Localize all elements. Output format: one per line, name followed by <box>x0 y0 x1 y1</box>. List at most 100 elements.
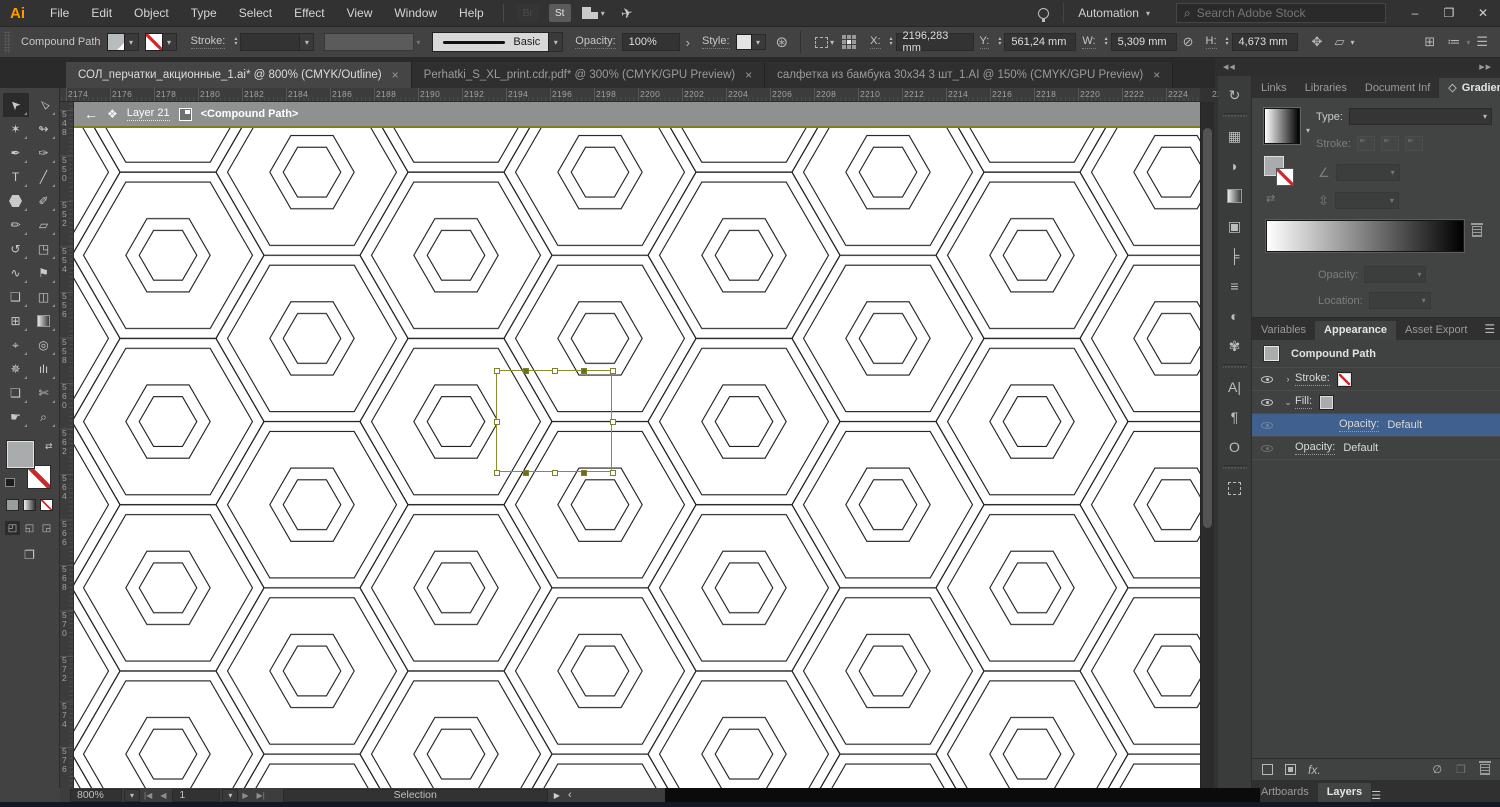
search-input[interactable] <box>1196 6 1357 20</box>
visibility-eye-icon[interactable] <box>1261 398 1273 406</box>
bridge-button[interactable]: Br <box>516 4 539 22</box>
sync-icon[interactable]: ↻ <box>1221 82 1249 108</box>
stroke-weight-field[interactable] <box>240 33 301 51</box>
selection-handle[interactable] <box>493 367 500 374</box>
shaper-tool[interactable]: ✏ <box>3 213 29 237</box>
constrain-proportions-icon[interactable]: ⊘ <box>1183 34 1194 50</box>
direct-selection-tool[interactable]: ▻ <box>31 93 57 117</box>
x-stepper[interactable]: ▴ ▾ <box>890 36 893 47</box>
selection-handle[interactable] <box>609 367 616 374</box>
reference-point-grid[interactable] <box>842 35 857 49</box>
gradient-aspect-dropdown[interactable]: ▾ <box>1334 192 1399 209</box>
w-stepper[interactable]: ▴ ▾ <box>1105 36 1108 47</box>
lightbulb-icon[interactable] <box>1038 7 1050 22</box>
selection-handle[interactable] <box>609 469 616 476</box>
shear-icon[interactable]: ▱ <box>1334 34 1344 50</box>
anchor-point-handle[interactable] <box>580 367 587 374</box>
stock-button[interactable]: St <box>548 4 571 22</box>
zoom-level-field[interactable]: 800% <box>70 788 122 802</box>
rotate-tool[interactable]: ↺ <box>3 237 29 261</box>
paragraph-panel-icon[interactable]: ¶ <box>1221 404 1249 430</box>
selection-handle[interactable] <box>609 418 616 425</box>
appearance-row-fill[interactable]: ⌄ Fill: <box>1252 391 1500 414</box>
add-new-fill-button[interactable] <box>1285 764 1296 775</box>
symbol-sprayer-tool[interactable]: ✵ <box>3 357 29 381</box>
tab-artboards[interactable]: Artboards <box>1252 783 1318 802</box>
anchor-point-handle[interactable] <box>522 367 529 374</box>
artboard-number-field[interactable]: 1 <box>172 788 221 802</box>
anchor-point-handle[interactable] <box>522 469 529 476</box>
expand-panels-icon[interactable]: ▶▶ <box>1479 63 1492 71</box>
menu-type[interactable]: Type <box>180 0 228 27</box>
stop-opacity-dropdown[interactable]: ▾ <box>1364 266 1427 283</box>
attribute-label[interactable]: Opacity: <box>1295 441 1336 455</box>
free-transform-icon[interactable]: ✥ <box>1312 34 1323 50</box>
tab-layers[interactable]: Layers <box>1317 783 1372 802</box>
h-field[interactable]: 4,673 mm <box>1231 33 1298 51</box>
gradient-mode-button[interactable] <box>23 499 36 511</box>
tab-variables[interactable]: Variables <box>1252 321 1315 340</box>
lasso-tool[interactable]: ↬ <box>31 117 57 141</box>
opacity-field[interactable]: 100% <box>621 33 680 51</box>
selection-handle[interactable] <box>551 367 558 374</box>
app-logo[interactable]: Ai <box>0 5 39 22</box>
previous-artboard-button[interactable]: ◀ <box>160 791 166 800</box>
variable-width-profile[interactable] <box>324 33 415 51</box>
align-panel-icon[interactable]: ╞ <box>1221 243 1249 269</box>
chevron-down-icon[interactable]: ▾ <box>130 791 134 800</box>
eyedropper-tool[interactable]: ⌖ <box>3 333 29 357</box>
eraser-tool[interactable]: ▱ <box>31 213 57 237</box>
w-label[interactable]: W: <box>1082 35 1096 49</box>
opacity-label[interactable]: Opacity: <box>575 35 616 49</box>
free-transform-tool[interactable]: ⚑ <box>31 261 57 285</box>
stroke-gradient-along-button[interactable] <box>1380 136 1399 151</box>
attribute-label[interactable]: Opacity: <box>1339 418 1380 432</box>
chevron-down-icon[interactable]: ▾ <box>756 38 760 47</box>
change-screen-mode-button[interactable]: ❐ <box>17 545 43 565</box>
horizontal-scrollbar[interactable] <box>665 788 1260 802</box>
tab-asset-export[interactable]: Asset Export <box>1396 321 1476 340</box>
align-panel-icon[interactable]: ⊞ <box>1424 34 1435 50</box>
status-menu-icon[interactable]: ▶ <box>554 791 560 800</box>
menu-view[interactable]: View <box>336 0 384 27</box>
swap-fill-stroke-icon[interactable]: ⇄ <box>45 441 53 452</box>
fill-color-swatch[interactable] <box>106 33 125 51</box>
close-icon[interactable]: × <box>392 68 399 82</box>
restore-button[interactable]: ❐ <box>1432 2 1466 24</box>
adobe-stock-search[interactable]: ⌕ <box>1176 3 1386 23</box>
gradient-type-dropdown[interactable]: ▾ <box>1348 108 1492 125</box>
h-label[interactable]: H: <box>1205 35 1217 49</box>
stroke-gradient-across-button[interactable] <box>1404 136 1423 151</box>
tab-appearance[interactable]: Appearance <box>1315 321 1397 340</box>
color-mode-button[interactable] <box>6 499 19 511</box>
share-icon[interactable]: ✈ <box>619 3 634 22</box>
stroke-gradient-within-button[interactable] <box>1356 136 1375 151</box>
shape-tool[interactable] <box>3 189 29 213</box>
last-artboard-button[interactable]: ▶| <box>257 791 265 800</box>
add-new-stroke-button[interactable] <box>1262 764 1273 775</box>
chevron-down-icon[interactable]: ▾ <box>305 38 309 47</box>
attribute-label[interactable]: Stroke: <box>1295 372 1330 386</box>
menu-select[interactable]: Select <box>228 0 283 27</box>
shape-builder-tool[interactable]: ❑ <box>3 285 29 309</box>
menu-help[interactable]: Help <box>448 0 495 27</box>
stroke-weight-stepper[interactable]: ▴ ▾ <box>234 36 237 47</box>
stroke-color-swatch[interactable] <box>144 33 163 51</box>
draw-normal-button[interactable]: ◰ <box>5 521 20 535</box>
clear-appearance-button[interactable]: ∅ <box>1433 763 1443 776</box>
breadcrumb-layer[interactable]: Layer 21 <box>126 107 170 121</box>
tab-libraries[interactable]: Libraries <box>1296 79 1356 98</box>
appearance-row-opacity[interactable]: Opacity: Default <box>1252 437 1500 460</box>
x-field[interactable]: 2196,283 mm <box>895 30 974 54</box>
stop-location-dropdown[interactable]: ▾ <box>1368 292 1431 309</box>
hand-tool[interactable]: ☛ <box>3 405 29 429</box>
h-stepper[interactable]: ▴ ▾ <box>1226 36 1229 47</box>
collapse-panels-icon[interactable]: ◀◀ <box>1223 63 1236 71</box>
pen-tool[interactable]: ✒ <box>3 141 29 165</box>
artboards-panel-icon[interactable]: ▦ <box>1221 123 1249 149</box>
document-tab[interactable]: СОЛ_перчатки_акционные_1.ai* @ 800% (CMY… <box>66 62 412 88</box>
stroke-proxy-swatch[interactable] <box>26 465 51 489</box>
slice-tool[interactable]: ✄ <box>31 381 57 405</box>
chevron-down-icon[interactable]: ▾ <box>830 38 834 47</box>
status-indicator[interactable]: Selection <box>282 788 548 802</box>
